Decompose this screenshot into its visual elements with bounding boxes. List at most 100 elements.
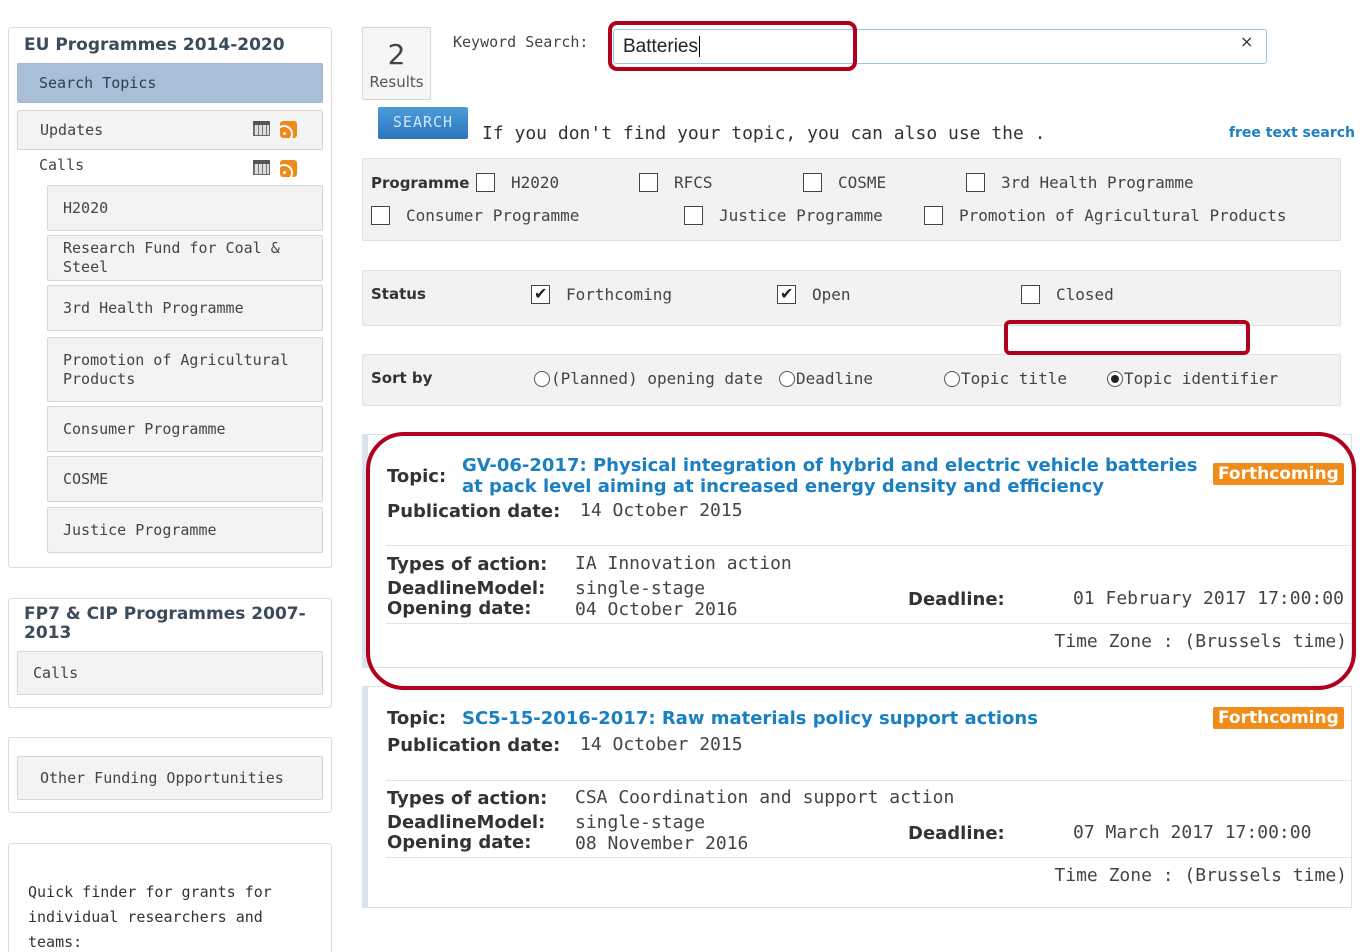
sort-label: Sort by: [371, 369, 433, 387]
status-forthcoming[interactable]: Forthcoming: [531, 284, 672, 304]
nav-fp7-calls[interactable]: Calls: [17, 651, 323, 695]
nav-calls-label: Calls: [39, 156, 85, 174]
status-closed-label: Closed: [1056, 285, 1114, 304]
nav-other-funding[interactable]: Other Funding Opportunities: [17, 756, 323, 800]
programme-cosme[interactable]: COSME: [803, 173, 886, 192]
topic-title-link[interactable]: SC5-15-2016-2017: Raw materials policy s…: [462, 708, 1038, 729]
radio[interactable]: [534, 370, 550, 387]
sidebar-item-rfcs[interactable]: Research Fund for Coal & Steel: [47, 235, 323, 281]
programme-justice[interactable]: Justice Programme: [684, 206, 883, 225]
radio-selected[interactable]: [1107, 370, 1123, 387]
programme-consumer[interactable]: Consumer Programme: [371, 206, 579, 225]
search-hint: If you don't find your topic, you can al…: [482, 123, 1046, 144]
programme-rfcs-label: RFCS: [674, 173, 713, 192]
quick-finder-panel: Quick finder for grants for individual r…: [8, 843, 332, 952]
checkbox[interactable]: [371, 206, 390, 225]
rss-icon[interactable]: [280, 160, 297, 177]
programme-health-label: 3rd Health Programme: [1001, 173, 1194, 192]
types-of-action-value: IA Innovation action: [575, 553, 792, 574]
fp7-programmes-title: FP7 & CIP Programmes 2007-2013: [24, 604, 306, 643]
checkbox[interactable]: [966, 173, 985, 192]
programme-justice-label: Justice Programme: [719, 206, 883, 225]
sidebar-item-cosme[interactable]: COSME: [47, 456, 323, 502]
topic-label: Topic:: [387, 466, 447, 487]
rss-icon[interactable]: [280, 121, 297, 138]
types-of-action-label: Types of action:: [387, 554, 548, 575]
calendar-icon[interactable]: [253, 160, 270, 175]
status-label: Status: [371, 285, 426, 303]
deadline-label: Deadline:: [908, 589, 1005, 610]
programme-h2020[interactable]: H2020: [476, 173, 559, 192]
results-count: 2: [387, 38, 406, 71]
sort-topic-identifier-label: Topic identifier: [1124, 369, 1279, 388]
deadline-model-label: DeadlineModel:: [387, 812, 546, 833]
checkbox-checked[interactable]: [777, 284, 796, 304]
time-zone: Time Zone : (Brussels time): [1054, 631, 1347, 652]
topic-title-line2: at pack level aiming at increased energy…: [462, 476, 1104, 497]
status-filter: Status Forthcoming Open Closed: [362, 270, 1341, 326]
status-open[interactable]: Open: [777, 284, 851, 304]
topic-title-line1: SC5-15-2016-2017: Raw materials policy s…: [462, 708, 1038, 729]
divider: [386, 545, 1351, 546]
quick-finder-text: Quick finder for grants for individual r…: [28, 883, 272, 951]
status-forthcoming-label: Forthcoming: [566, 285, 672, 304]
checkbox[interactable]: [803, 173, 822, 192]
checkbox[interactable]: [924, 206, 943, 225]
sort-deadline-label: Deadline: [796, 369, 874, 388]
checkbox[interactable]: [1021, 285, 1040, 304]
publication-date-value: 14 October 2015: [580, 500, 743, 521]
sidebar-item-agricultural[interactable]: Promotion of Agricultural Products: [47, 337, 323, 402]
programme-health[interactable]: 3rd Health Programme: [966, 173, 1194, 192]
sort-topic-identifier[interactable]: Topic identifier: [1107, 369, 1278, 388]
nav-updates-label: Updates: [40, 121, 104, 139]
eu-programmes-title: EU Programmes 2014-2020: [24, 35, 285, 55]
programme-agricultural[interactable]: Promotion of Agricultural Products: [924, 206, 1287, 225]
deadline-model-value: single-stage: [575, 812, 706, 833]
sort-topic-title-label: Topic title: [961, 369, 1067, 388]
checkbox-checked[interactable]: [531, 284, 550, 304]
search-button[interactable]: SEARCH: [378, 107, 468, 139]
topic-label: Topic:: [387, 708, 447, 729]
programme-h2020-label: H2020: [511, 173, 560, 192]
checkbox[interactable]: [684, 206, 703, 225]
sort-deadline[interactable]: Deadline: [779, 369, 873, 388]
sidebar-item-health[interactable]: 3rd Health Programme: [47, 285, 323, 331]
publication-date-label: Publication date:: [387, 735, 561, 756]
programme-filter: Programme H2020 RFCS COSME 3rd Health Pr…: [362, 158, 1341, 241]
checkbox[interactable]: [639, 173, 658, 192]
opening-date-label: Opening date:: [387, 598, 532, 619]
sidebar-item-h2020[interactable]: H2020: [47, 185, 323, 231]
publication-date-label: Publication date:: [387, 501, 561, 522]
status-badge: Forthcoming: [1213, 707, 1344, 729]
keyword-search-value: Batteries: [623, 36, 698, 57]
programme-rfcs[interactable]: RFCS: [639, 173, 713, 192]
sidebar-item-consumer[interactable]: Consumer Programme: [47, 406, 323, 452]
radio[interactable]: [779, 370, 795, 387]
clear-search-icon[interactable]: ×: [1240, 32, 1253, 51]
checkbox[interactable]: [476, 173, 495, 192]
nav-search-topics[interactable]: Search Topics: [17, 63, 323, 103]
radio[interactable]: [944, 370, 960, 387]
free-text-search-link[interactable]: free text search: [1229, 125, 1355, 141]
topic-title-link[interactable]: GV-06-2017: Physical integration of hybr…: [462, 455, 1197, 497]
eu-programmes-panel: EU Programmes 2014-2020 Search Topics Up…: [8, 27, 332, 568]
sort-topic-title[interactable]: Topic title: [944, 369, 1067, 388]
opening-date-label: Opening date:: [387, 832, 532, 853]
programme-consumer-label: Consumer Programme: [406, 206, 580, 225]
topic-title-line1: GV-06-2017: Physical integration of hybr…: [462, 455, 1198, 476]
divider: [386, 857, 1351, 858]
programme-label: Programme: [371, 174, 470, 192]
status-open-label: Open: [812, 285, 851, 304]
status-closed[interactable]: Closed: [1021, 285, 1114, 304]
sort-filter: Sort by (Planned) opening date Deadline …: [362, 354, 1341, 406]
calendar-icon[interactable]: [253, 121, 270, 136]
programme-cosme-label: COSME: [838, 173, 887, 192]
result-card: Topic: SC5-15-2016-2017: Raw materials p…: [362, 686, 1352, 908]
results-count-label: Results: [369, 73, 424, 91]
sort-opening-date[interactable]: (Planned) opening date: [534, 369, 763, 388]
sidebar-item-justice[interactable]: Justice Programme: [47, 507, 323, 553]
calls-icons: [253, 160, 297, 177]
results-count-box: 2 Results: [362, 27, 431, 100]
divider: [386, 780, 1351, 781]
keyword-search-input[interactable]: Batteries: [613, 29, 1267, 64]
